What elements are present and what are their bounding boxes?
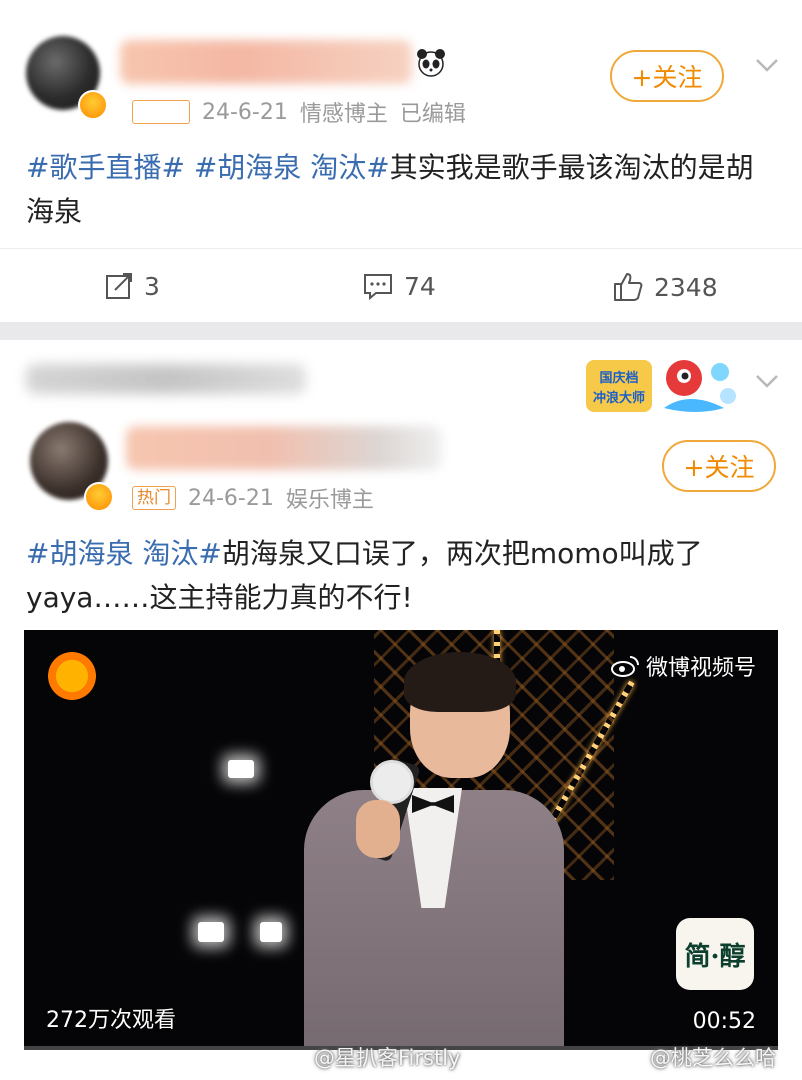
- post-card-2: 国庆档 冲浪大师 +关注 热门 24-6-21 娱乐博主 #胡海泉 淘汰#胡海泉…: [0, 340, 802, 1080]
- comment-button[interactable]: 74: [362, 271, 436, 301]
- share-icon: [106, 273, 132, 299]
- username-blurred[interactable]: [126, 426, 442, 470]
- weibo-icon: [610, 656, 639, 677]
- verified-badge-icon: [78, 90, 108, 120]
- watermark: @星扒客Firstly: [314, 1046, 461, 1070]
- host-hair: [404, 652, 516, 712]
- video-duration: 00:52: [692, 1009, 756, 1034]
- mango-tv-logo-icon: [44, 648, 100, 704]
- post-card-1: +关注 24-6-21 情感博主 已编辑 #歌手直播# #胡海泉 淘汰#其实我是…: [0, 0, 802, 322]
- weibo-video-label: 微博视频号: [610, 650, 756, 682]
- topic-link[interactable]: #歌手直播#: [26, 151, 185, 184]
- microphone-head: [370, 760, 414, 804]
- activity-badge-icon[interactable]: 国庆档 冲浪大师: [584, 350, 744, 426]
- post-text: #歌手直播# #胡海泉 淘汰#其实我是歌手最该淘汰的是胡海泉: [26, 146, 766, 234]
- hot-tag: 热门: [132, 486, 176, 510]
- author-role: 情感博主: [299, 102, 388, 127]
- header-text-blurred: [26, 364, 306, 394]
- like-count: 2348: [654, 272, 718, 302]
- comment-count: 74: [404, 271, 436, 301]
- chevron-down-icon[interactable]: [752, 50, 782, 80]
- follow-button[interactable]: +关注: [662, 440, 776, 492]
- action-bar: 3 74 2348: [0, 248, 802, 325]
- post-date: 24-6-21: [188, 485, 274, 511]
- watermark: @桃芝么么哈: [650, 1046, 776, 1070]
- svg-text:国庆档: 国庆档: [599, 370, 638, 386]
- video-player[interactable]: 微博视频号 简·醇 272万次观看 00:52: [24, 630, 778, 1050]
- username-blurred[interactable]: [120, 40, 412, 84]
- topic-link[interactable]: #胡海泉 淘汰#: [194, 151, 390, 184]
- edited-label: 已编辑: [399, 102, 466, 127]
- post-meta: 热门 24-6-21 娱乐博主: [132, 482, 374, 514]
- like-button[interactable]: 2348: [612, 271, 718, 303]
- verified-badge-icon: [84, 482, 114, 512]
- chevron-down-icon[interactable]: [752, 366, 782, 396]
- svg-text:冲浪大师: 冲浪大师: [593, 390, 645, 406]
- share-button[interactable]: 3: [104, 271, 160, 301]
- stage-light: [260, 922, 282, 942]
- stage-light: [198, 922, 224, 942]
- author-role: 娱乐博主: [285, 488, 374, 513]
- view-count: 272万次观看: [46, 1008, 176, 1033]
- panda-icon: [417, 49, 445, 77]
- sponsor-badge: 简·醇: [676, 918, 754, 990]
- post-date: 24-6-21: [202, 99, 288, 125]
- post-meta: 24-6-21 情感博主 已编辑: [132, 96, 466, 128]
- thumbs-up-icon: [614, 273, 643, 301]
- stage-light: [228, 760, 254, 778]
- share-count: 3: [144, 271, 160, 301]
- topic-link[interactable]: #胡海泉 淘汰#: [26, 537, 222, 570]
- hot-tag: [132, 100, 190, 124]
- follow-button[interactable]: +关注: [610, 50, 724, 102]
- host-hand: [356, 800, 400, 858]
- post-text: #胡海泉 淘汰#胡海泉又口误了，两次把momo叫成了yaya……这主持能力真的不…: [26, 532, 776, 620]
- comment-icon: [364, 274, 392, 301]
